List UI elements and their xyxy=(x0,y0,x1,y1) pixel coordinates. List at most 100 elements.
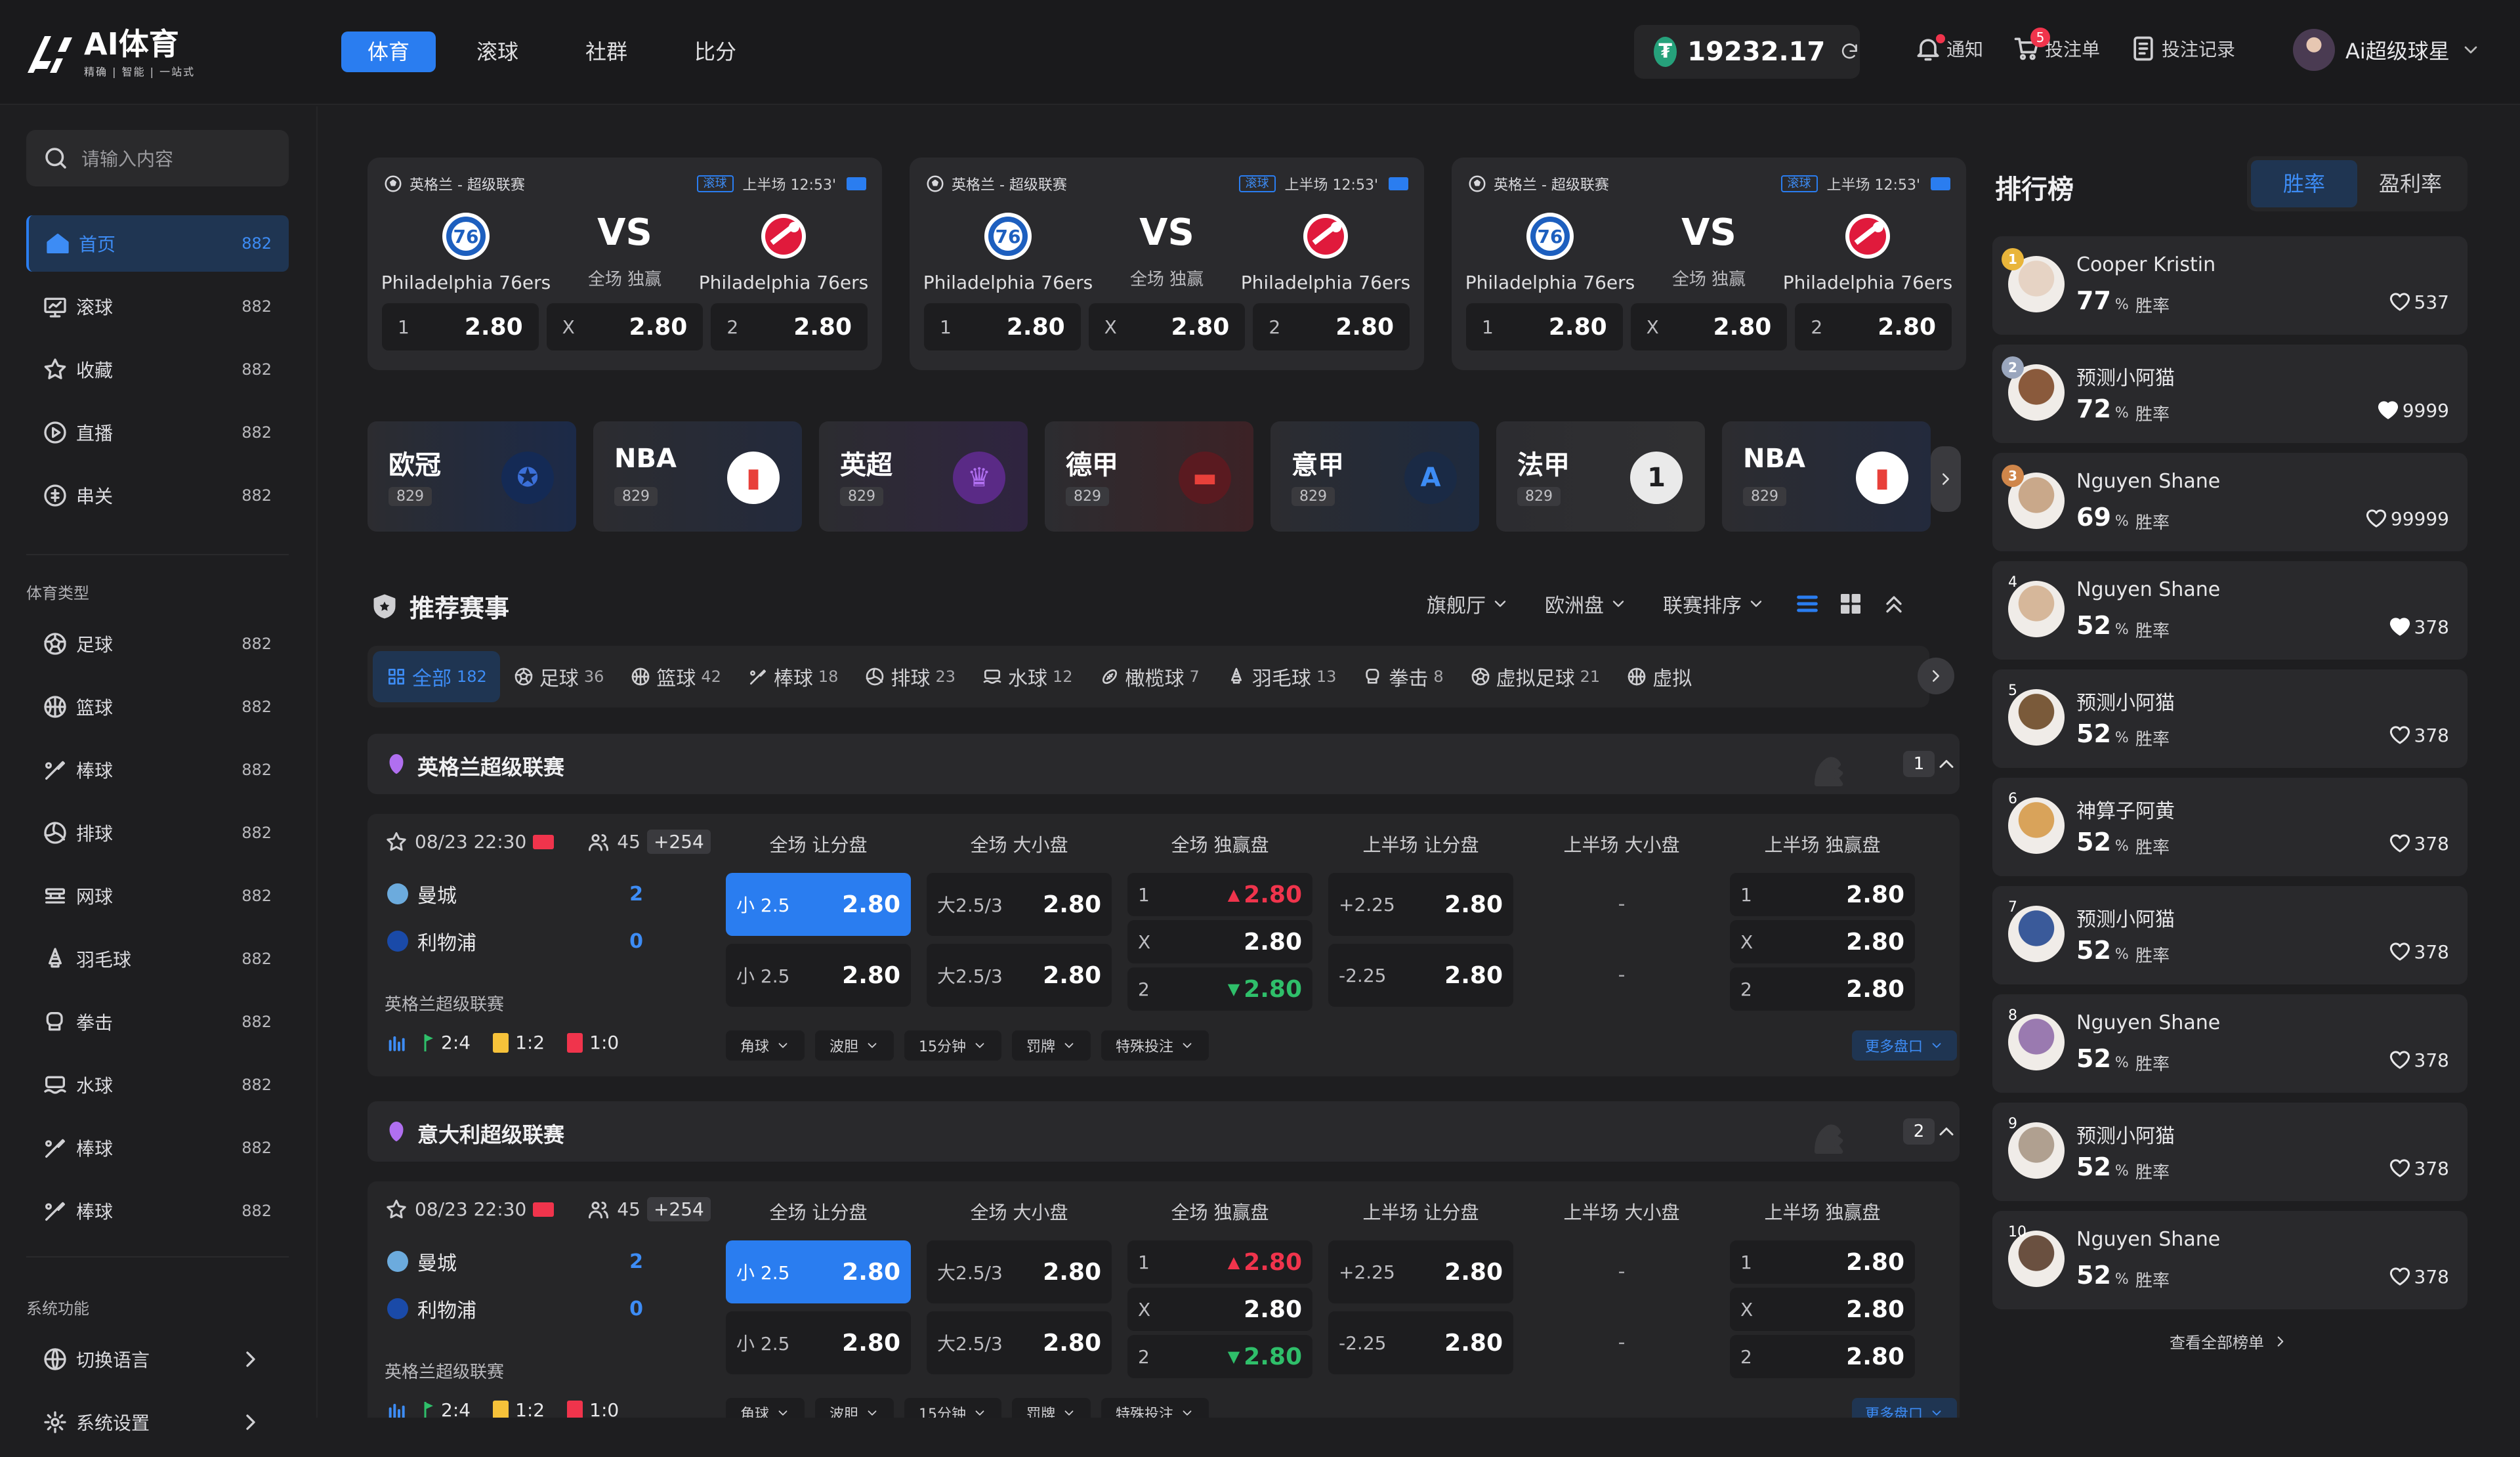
sport-tab[interactable]: 棒球 18 xyxy=(734,651,852,702)
odds-cell[interactable]: 2 2.80 xyxy=(1730,967,1915,1011)
league-section-header[interactable]: 意大利超级联赛 2 xyxy=(368,1101,1960,1162)
ranking-item[interactable]: 5 预测小阿猫 52% 胜率 378 xyxy=(1992,669,2468,768)
odds-cell[interactable]: -2.25 2.80 xyxy=(1328,944,1513,1007)
grid-view-icon[interactable] xyxy=(1838,591,1864,617)
ranking-item[interactable]: 6 神算子阿黄 52% 胜率 378 xyxy=(1992,778,2468,876)
odds-button[interactable]: X 2.80 xyxy=(1088,303,1246,350)
odds-cell[interactable]: 小 2.5 2.80 xyxy=(726,1240,911,1303)
chevron-up-icon[interactable] xyxy=(1935,1120,1958,1143)
market-pill[interactable]: 角球 xyxy=(726,1398,805,1418)
sidebar-item-side_system-1[interactable]: 系统设置 xyxy=(26,1394,289,1450)
like-button[interactable]: 378 xyxy=(2388,1048,2449,1072)
league-tile[interactable]: 德甲 829 ▬ xyxy=(1045,421,1253,532)
odds-button[interactable]: 2 2.80 xyxy=(1253,303,1410,350)
sidebar-item-side_sports-2[interactable]: 棒球 882 xyxy=(26,742,289,798)
video-camera-icon[interactable] xyxy=(847,177,866,190)
sidebar-item-side_sports-3[interactable]: 排球 882 xyxy=(26,805,289,861)
sport-tab[interactable]: 虚拟 xyxy=(1613,651,1705,702)
ranking-item[interactable]: 9 预测小阿猫 52% 胜率 378 xyxy=(1992,1103,2468,1201)
market-pill[interactable]: 罚牌 xyxy=(1012,1030,1091,1061)
search-box[interactable]: 请输入内容 xyxy=(26,130,289,186)
top-nav-0[interactable]: 体育 xyxy=(341,32,436,72)
league-tile[interactable]: 英超 829 ♛ xyxy=(819,421,1028,532)
more-markets-button[interactable]: 更多盘口 xyxy=(1852,1398,1958,1418)
odds-cell[interactable]: 1 2.80 xyxy=(1730,1240,1915,1284)
odds-cell[interactable]: 大2.5/3 2.80 xyxy=(927,1311,1112,1374)
recommend-filter-dropdown[interactable]: 旗舰厅 xyxy=(1427,589,1509,618)
recommend-filter-dropdown[interactable]: 联赛排序 xyxy=(1663,589,1765,618)
more-markets-button[interactable]: 更多盘口 xyxy=(1852,1030,1958,1061)
league-tile[interactable]: NBA 829 ▮ xyxy=(1722,421,1931,532)
sport-tabs-next-icon[interactable] xyxy=(1918,658,1954,694)
odds-cell[interactable]: 1 ▲ 2.80 xyxy=(1127,873,1312,916)
like-button[interactable]: 378 xyxy=(2388,723,2449,747)
ranking-item[interactable]: 3 Nguyen Shane 69% 胜率 99999 xyxy=(1992,453,2468,551)
video-camera-icon[interactable] xyxy=(1931,177,1950,190)
favorite-star-icon[interactable] xyxy=(385,830,408,854)
odds-button[interactable]: X 2.80 xyxy=(1630,303,1788,350)
collapse-all-icon[interactable] xyxy=(1881,591,1907,617)
like-button[interactable]: 378 xyxy=(2388,615,2449,639)
sidebar-item-side_main-3[interactable]: 直播 882 xyxy=(26,404,289,461)
market-pill[interactable]: 波胆 xyxy=(815,1030,894,1061)
search-input[interactable]: 请输入内容 xyxy=(81,145,173,171)
league-tile[interactable]: 欧冠 829 ✪ xyxy=(368,421,576,532)
odds-cell[interactable]: 2 ▼ 2.80 xyxy=(1127,967,1312,1011)
sidebar-item-side_sports-6[interactable]: 拳击 882 xyxy=(26,994,289,1050)
list-view-icon[interactable] xyxy=(1794,591,1820,617)
like-button[interactable]: 378 xyxy=(2388,832,2449,855)
balance[interactable]: ₮ 19232.17 xyxy=(1634,25,1860,79)
sidebar-item-side_sports-1[interactable]: 篮球 882 xyxy=(26,679,289,735)
odds-cell[interactable]: 小 2.5 2.80 xyxy=(726,1311,911,1374)
odds-cell[interactable]: X 2.80 xyxy=(1730,1288,1915,1331)
ranking-item[interactable]: 8 Nguyen Shane 52% 胜率 378 xyxy=(1992,994,2468,1093)
league-tile[interactable]: 法甲 829 1 xyxy=(1496,421,1705,532)
recommend-filter-dropdown[interactable]: 欧洲盘 xyxy=(1545,589,1628,618)
market-pill[interactable]: 15分钟 xyxy=(904,1398,1002,1418)
odds-cell[interactable]: -2.25 2.80 xyxy=(1328,1311,1513,1374)
ranking-tab[interactable]: 胜率 xyxy=(2251,160,2357,207)
sidebar-item-side_sports-5[interactable]: 羽毛球 882 xyxy=(26,931,289,987)
sport-tab[interactable]: 虚拟足球 21 xyxy=(1457,651,1614,702)
user-menu[interactable]: Ai超级球星 xyxy=(2293,29,2481,71)
sidebar-item-side_main-1[interactable]: 滚球 882 xyxy=(26,278,289,335)
like-button[interactable]: 99999 xyxy=(2364,507,2449,530)
market-pill[interactable]: 特殊投注 xyxy=(1101,1030,1209,1061)
ranking-tab[interactable]: 盈利率 xyxy=(2357,160,2464,207)
like-button[interactable]: 9999 xyxy=(2376,398,2449,422)
live-video-icon[interactable] xyxy=(533,1202,555,1217)
market-pill[interactable]: 15分钟 xyxy=(904,1030,1002,1061)
odds-cell[interactable]: 1 ▲ 2.80 xyxy=(1127,1240,1312,1284)
video-camera-icon[interactable] xyxy=(1389,177,1408,190)
sidebar-item-side_sports-0[interactable]: 足球 882 xyxy=(26,616,289,672)
odds-cell[interactable]: 大2.5/3 2.80 xyxy=(927,873,1112,936)
market-pill[interactable]: 特殊投注 xyxy=(1101,1398,1209,1418)
odds-cell[interactable]: 2 ▼ 2.80 xyxy=(1127,1335,1312,1378)
stats-bars-icon[interactable] xyxy=(385,1032,408,1053)
live-video-icon[interactable] xyxy=(533,834,555,849)
sport-tab[interactable]: 橄榄球 7 xyxy=(1086,651,1213,702)
sport-tab[interactable]: 排球 23 xyxy=(851,651,969,702)
sport-tab[interactable]: 全部 182 xyxy=(373,651,500,702)
sidebar-item-side_main-2[interactable]: 收藏 882 xyxy=(26,341,289,398)
odds-cell[interactable]: 小 2.5 2.80 xyxy=(726,873,911,936)
odds-cell[interactable]: 2 2.80 xyxy=(1730,1335,1915,1378)
sidebar-item-side_main-4[interactable]: 串关 882 xyxy=(26,467,289,524)
sidebar-item-side_main-0[interactable]: 首页 882 xyxy=(26,215,289,272)
odds-cell[interactable]: X 2.80 xyxy=(1730,920,1915,963)
odds-cell[interactable]: 大2.5/3 2.80 xyxy=(927,944,1112,1007)
like-button[interactable]: 537 xyxy=(2388,290,2449,314)
tiles-next-chevron-icon[interactable] xyxy=(1931,446,1961,512)
odds-button[interactable]: 1 2.80 xyxy=(924,303,1081,350)
ranking-item[interactable]: 2 预测小阿猫 72% 胜率 9999 xyxy=(1992,345,2468,443)
featured-match-card[interactable]: 英格兰 - 超级联赛 滚球 上半场 12:53' 76 Philadelphia… xyxy=(368,158,882,370)
sidebar-item-side_sports-9[interactable]: 棒球 882 xyxy=(26,1183,289,1239)
odds-cell[interactable]: +2.25 2.80 xyxy=(1328,873,1513,936)
league-tile[interactable]: 意甲 829 A xyxy=(1270,421,1479,532)
like-button[interactable]: 378 xyxy=(2388,1265,2449,1288)
like-button[interactable]: 378 xyxy=(2388,940,2449,963)
sport-tab[interactable]: 足球 36 xyxy=(500,651,618,702)
ranking-item[interactable]: 4 Nguyen Shane 52% 胜率 378 xyxy=(1992,561,2468,660)
market-pill[interactable]: 角球 xyxy=(726,1030,805,1061)
featured-match-card[interactable]: 英格兰 - 超级联赛 滚球 上半场 12:53' 76 Philadelphia… xyxy=(1452,158,1966,370)
